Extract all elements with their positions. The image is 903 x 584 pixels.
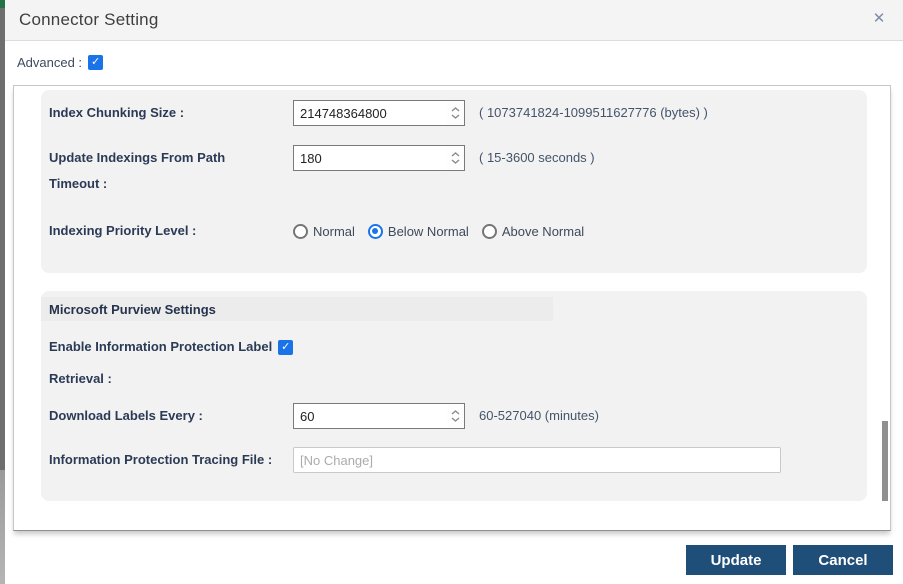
update-timeout-label: Update Indexings From Path Timeout : xyxy=(49,145,293,197)
update-timeout-input[interactable] xyxy=(294,146,447,170)
priority-option-normal-label: Normal xyxy=(313,223,355,239)
priority-radio-group: Normal Below Normal Above Normal xyxy=(293,218,584,244)
enable-label-retrieval-block: Enable Information Protection Label Retr… xyxy=(49,331,867,395)
priority-option-above-normal[interactable]: Above Normal xyxy=(481,223,585,239)
download-labels-input[interactable] xyxy=(294,404,447,428)
download-labels-label: Download Labels Every : xyxy=(49,408,203,423)
download-labels-row: Download Labels Every : 60-527040 (minut… xyxy=(49,403,867,429)
advanced-checkbox[interactable] xyxy=(88,55,104,70)
enable-label-line2: Retrieval : xyxy=(49,371,112,386)
background-page-edge xyxy=(0,0,5,584)
advanced-row: Advanced : xyxy=(17,55,104,70)
radio-icon[interactable] xyxy=(367,223,383,239)
update-timeout-label-line2: Timeout : xyxy=(49,176,108,191)
cancel-button[interactable]: Cancel xyxy=(793,545,893,575)
index-chunking-field xyxy=(293,100,465,126)
enable-label-line1-wrap: Enable Information Protection Label xyxy=(49,331,867,363)
tracing-file-label: Information Protection Tracing File : xyxy=(49,452,273,467)
index-chunking-row: Index Chunking Size : ( 1073741824-10995… xyxy=(49,100,867,126)
dialog-title: Connector Setting xyxy=(19,10,159,29)
update-button[interactable]: Update xyxy=(686,545,786,575)
update-timeout-field xyxy=(293,145,465,171)
priority-option-normal[interactable]: Normal xyxy=(293,223,355,239)
update-timeout-row: Update Indexings From Path Timeout : ( 15… xyxy=(49,145,867,197)
purview-section-title: Microsoft Purview Settings xyxy=(41,297,554,321)
enable-label-retrieval-checkbox[interactable] xyxy=(278,339,294,355)
vertical-scrollbar-thumb[interactable] xyxy=(882,421,888,501)
download-labels-stepper[interactable] xyxy=(447,404,464,428)
update-timeout-stepper[interactable] xyxy=(447,146,464,170)
index-chunking-stepper[interactable] xyxy=(447,101,464,125)
download-labels-range-hint: 60-527040 (minutes) xyxy=(479,408,599,423)
tracing-file-row: Information Protection Tracing File : xyxy=(49,447,867,473)
chevron-up-icon xyxy=(451,152,460,157)
priority-label: Indexing Priority Level : xyxy=(49,223,197,238)
update-timeout-label-line1: Update Indexings From Path xyxy=(49,150,226,165)
update-timeout-range-hint: ( 15-3600 seconds ) xyxy=(479,150,595,165)
chevron-down-icon xyxy=(451,114,460,119)
indexing-settings-panel: Index Chunking Size : ( 1073741824-10995… xyxy=(41,90,867,273)
radio-icon[interactable] xyxy=(293,223,308,239)
enable-label-line1: Enable Information Protection Label xyxy=(49,339,273,354)
close-icon[interactable]: ✕ xyxy=(869,9,889,29)
index-chunking-input[interactable] xyxy=(294,101,447,125)
purview-settings-panel: Microsoft Purview Settings Enable Inform… xyxy=(41,291,867,501)
index-chunking-range-hint: ( 1073741824-1099511627776 (bytes) ) xyxy=(479,105,708,120)
priority-row: Indexing Priority Level : Normal Below N… xyxy=(49,218,867,244)
radio-icon[interactable] xyxy=(481,223,497,239)
chevron-down-icon xyxy=(451,159,460,164)
download-labels-field xyxy=(293,403,465,429)
settings-scroll-area: Index Chunking Size : ( 1073741824-10995… xyxy=(13,85,891,531)
dialog-header: Connector Setting ✕ xyxy=(5,0,903,41)
chevron-down-icon xyxy=(451,417,460,422)
chevron-up-icon xyxy=(451,107,460,112)
index-chunking-label: Index Chunking Size : xyxy=(49,105,185,120)
advanced-label: Advanced : xyxy=(17,55,83,70)
priority-option-below-normal[interactable]: Below Normal xyxy=(367,223,469,239)
priority-option-below-normal-label: Below Normal xyxy=(387,223,469,239)
tracing-file-input[interactable] xyxy=(293,447,781,473)
chevron-up-icon xyxy=(451,410,460,415)
connector-setting-dialog: Connector Setting ✕ Advanced : Index Chu… xyxy=(0,0,903,584)
priority-option-above-normal-label: Above Normal xyxy=(501,223,585,239)
